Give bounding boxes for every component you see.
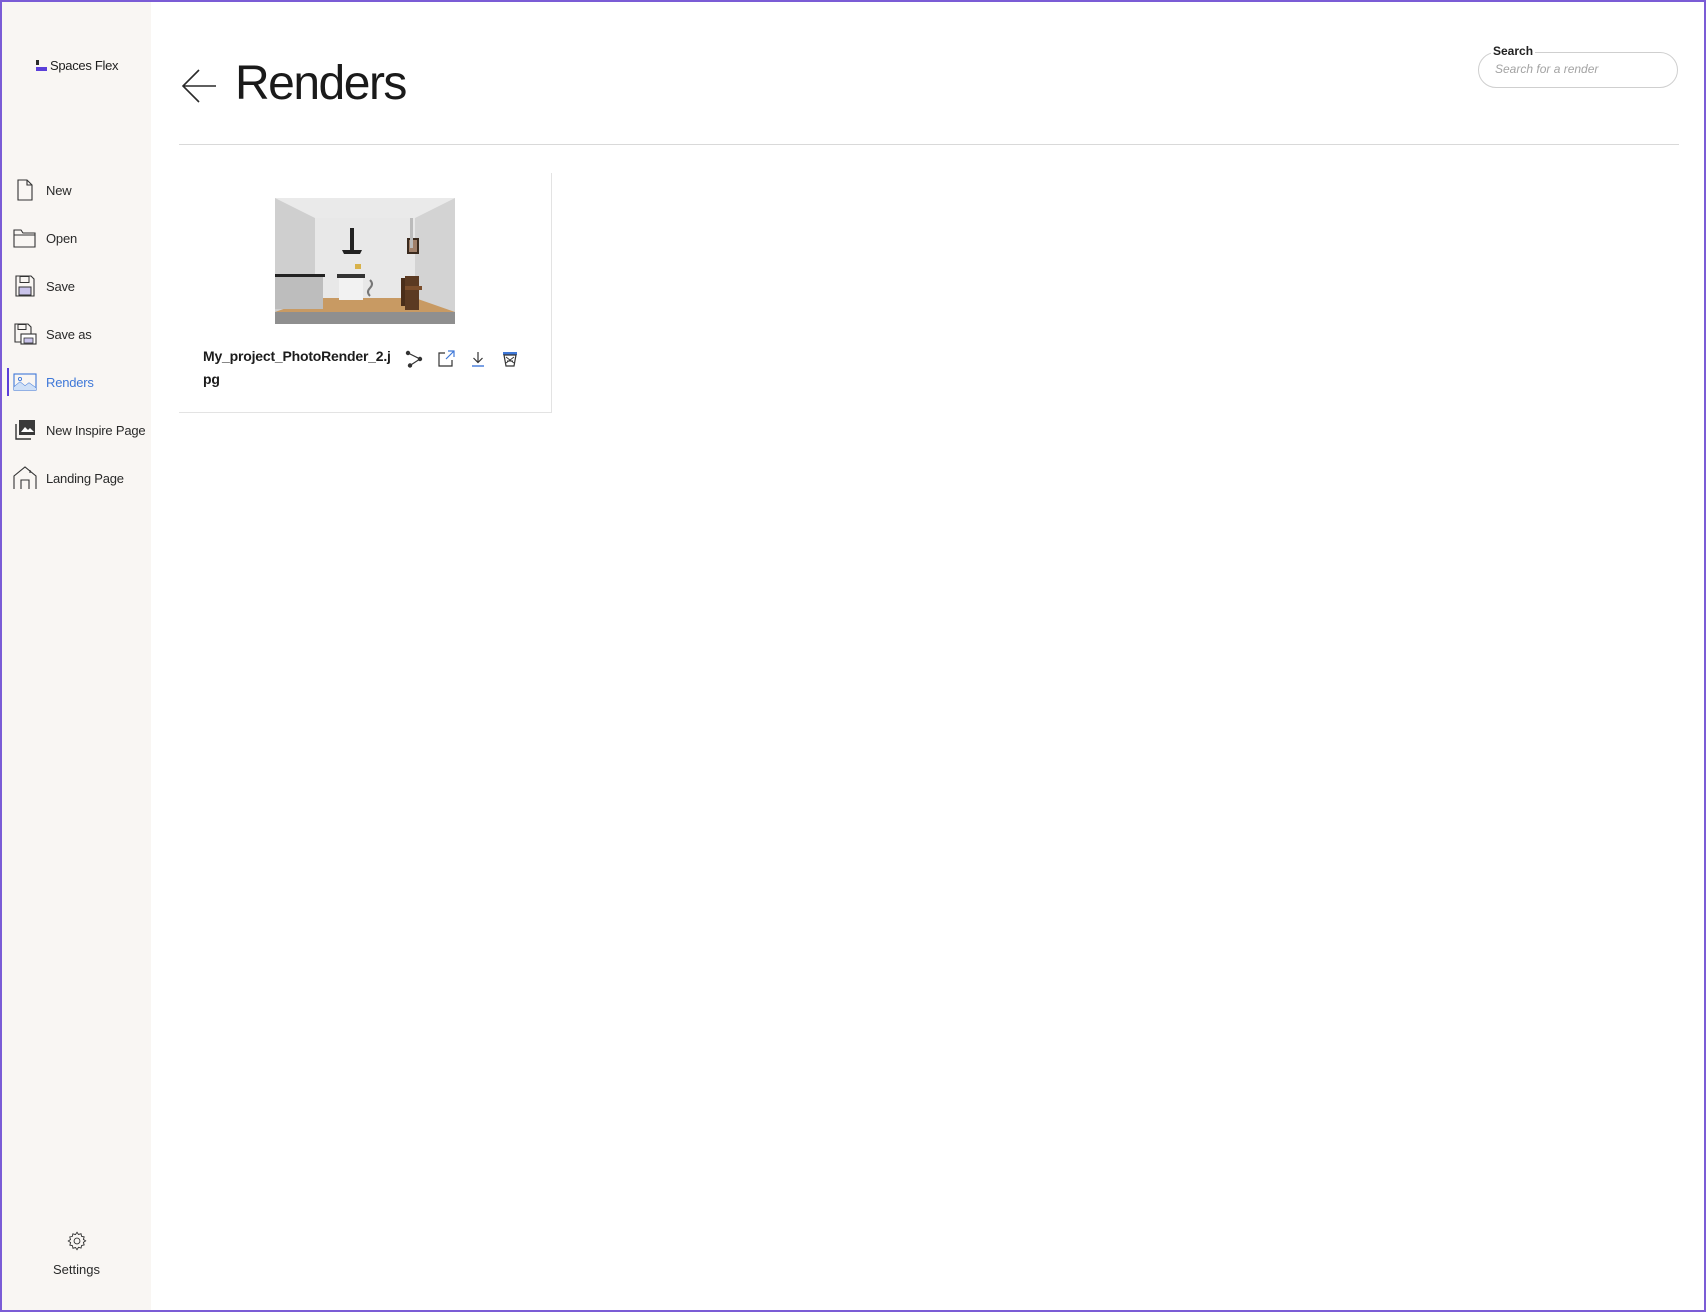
sidebar-item-label: Save as xyxy=(46,326,92,342)
sidebar-nav: New Open Save Save as Renders New Inspir… xyxy=(2,166,151,502)
download-icon xyxy=(472,352,484,367)
render-preview-image xyxy=(275,198,455,324)
page-title: Renders xyxy=(235,57,407,110)
settings-label: Settings xyxy=(53,1262,100,1277)
new-file-icon xyxy=(12,177,38,203)
sidebar-item-landing-page[interactable]: Landing Page xyxy=(2,454,151,502)
floppy-disk-icon xyxy=(12,273,38,299)
share-button[interactable] xyxy=(403,348,425,370)
save-as-icon xyxy=(12,321,38,347)
image-icon xyxy=(12,369,38,395)
settings-button[interactable]: Settings xyxy=(2,1230,151,1277)
sidebar: Spaces Flex New Open Save Save as Render… xyxy=(2,2,151,1310)
sidebar-item-renders[interactable]: Renders xyxy=(2,358,151,406)
brand-name: Spaces Flex xyxy=(50,58,119,73)
external-link-icon xyxy=(438,350,455,367)
share-icon xyxy=(405,350,423,368)
brand-logo[interactable]: Spaces Flex xyxy=(36,58,119,73)
search-label: Search xyxy=(1491,44,1536,58)
sidebar-item-label: Save xyxy=(46,278,75,294)
trash-icon xyxy=(503,352,517,367)
render-thumbnail[interactable] xyxy=(275,198,455,324)
search-input[interactable] xyxy=(1495,62,1665,76)
sidebar-item-open[interactable]: Open xyxy=(2,214,151,262)
brand-mark-icon xyxy=(36,60,47,71)
delete-button[interactable] xyxy=(499,348,521,370)
sidebar-item-new[interactable]: New xyxy=(2,166,151,214)
home-icon xyxy=(12,465,38,491)
render-actions xyxy=(403,348,521,370)
sidebar-item-label: Renders xyxy=(46,374,94,390)
render-card: My_project_PhotoRender_2.jpg xyxy=(179,173,552,413)
download-button[interactable] xyxy=(467,348,489,370)
back-button[interactable] xyxy=(180,66,218,106)
header-divider xyxy=(179,144,1679,145)
render-file-name: My_project_PhotoRender_2.jpg xyxy=(203,348,391,387)
arrow-left-icon xyxy=(181,69,216,103)
sidebar-item-label: Open xyxy=(46,230,78,246)
gear-icon xyxy=(66,1231,86,1251)
folder-icon xyxy=(12,225,38,251)
open-external-button[interactable] xyxy=(435,348,457,370)
sidebar-item-save-as[interactable]: Save as xyxy=(2,310,151,358)
sidebar-item-label: Landing Page xyxy=(46,470,124,486)
sidebar-item-label: New xyxy=(46,182,72,198)
sidebar-item-new-inspire-page[interactable]: New Inspire Page xyxy=(2,406,151,454)
gallery-icon xyxy=(12,417,38,443)
sidebar-item-label: New Inspire Page xyxy=(46,422,146,438)
search-field[interactable]: Search xyxy=(1478,44,1678,88)
sidebar-item-save[interactable]: Save xyxy=(2,262,151,310)
